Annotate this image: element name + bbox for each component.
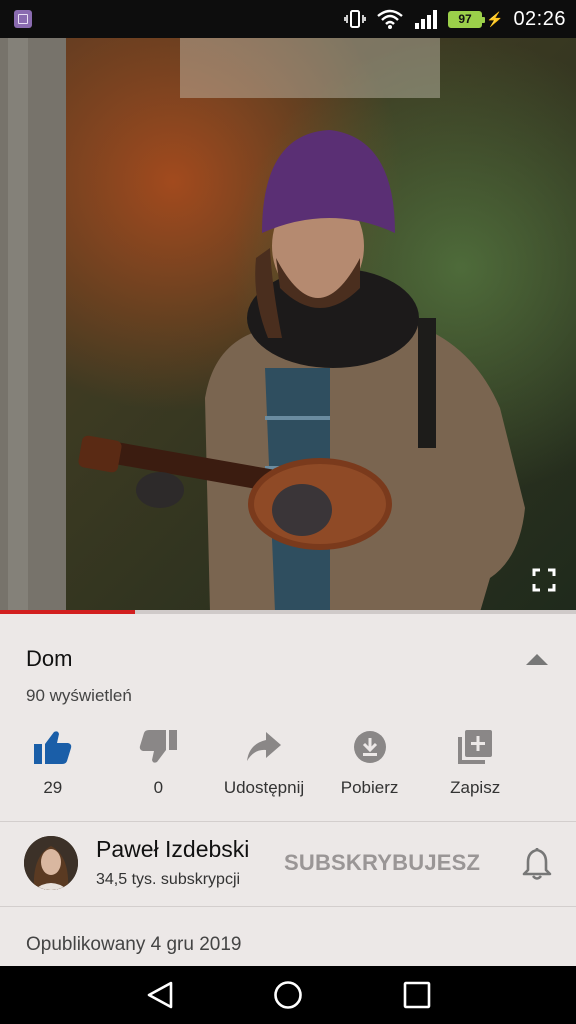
vibrate-icon (344, 8, 366, 30)
gallery-notification-icon (14, 10, 32, 28)
subscriber-count: 34,5 tys. subskrypcji (96, 871, 241, 888)
divider (0, 821, 576, 822)
download-label: Pobierz (340, 778, 399, 797)
like-button[interactable]: 29 (0, 726, 106, 806)
signal-icon (414, 8, 438, 30)
fullscreen-icon[interactable] (532, 568, 556, 592)
wifi-icon (376, 8, 404, 30)
title-row[interactable]: Dom (26, 646, 552, 676)
thumbs-up-icon (33, 726, 72, 768)
video-title: Dom (26, 646, 73, 671)
download-button[interactable]: Pobierz (317, 726, 423, 806)
add-to-playlist-icon (458, 726, 493, 768)
download-icon (353, 726, 387, 768)
save-label: Zapisz (450, 778, 501, 797)
chevron-up-icon[interactable] (526, 652, 548, 666)
divider (0, 906, 576, 907)
subscribe-button[interactable]: SUBSKRYBUJESZ (284, 850, 480, 876)
charging-icon: ⚡ (486, 10, 504, 27)
channel-name[interactable]: Paweł Izdebski (96, 836, 249, 863)
clock: 02:26 (513, 7, 566, 30)
progress-bar[interactable] (0, 610, 576, 614)
back-icon[interactable] (145, 980, 175, 1010)
like-count: 29 (43, 778, 63, 797)
status-bar: 97 ⚡ 02:26 (0, 0, 576, 38)
battery-level: 97 (458, 12, 472, 26)
battery-icon: 97 (448, 10, 485, 28)
publish-date: Opublikowany 4 gru 2019 (26, 934, 242, 955)
avatar[interactable] (24, 836, 78, 890)
thumbs-down-icon (139, 726, 178, 768)
view-count: 90 wyświetleń (26, 686, 132, 705)
recents-icon[interactable] (402, 980, 432, 1010)
status-icons: 97 ⚡ 02:26 (344, 0, 566, 38)
video-frame (0, 38, 576, 612)
video-player[interactable] (0, 38, 576, 612)
home-icon[interactable] (273, 980, 303, 1010)
share-icon (246, 726, 282, 768)
share-button[interactable]: Udostępnij (211, 726, 317, 806)
action-bar: 29 0 Udostępnij Pobierz Zapisz (0, 726, 576, 806)
save-button[interactable]: Zapisz (422, 726, 528, 806)
bell-icon[interactable] (522, 846, 552, 880)
dislike-count: 0 (153, 778, 164, 797)
progress-played (0, 610, 136, 614)
navigation-bar (0, 966, 576, 1024)
dislike-button[interactable]: 0 (106, 726, 212, 806)
share-label: Udostępnij (223, 778, 305, 797)
